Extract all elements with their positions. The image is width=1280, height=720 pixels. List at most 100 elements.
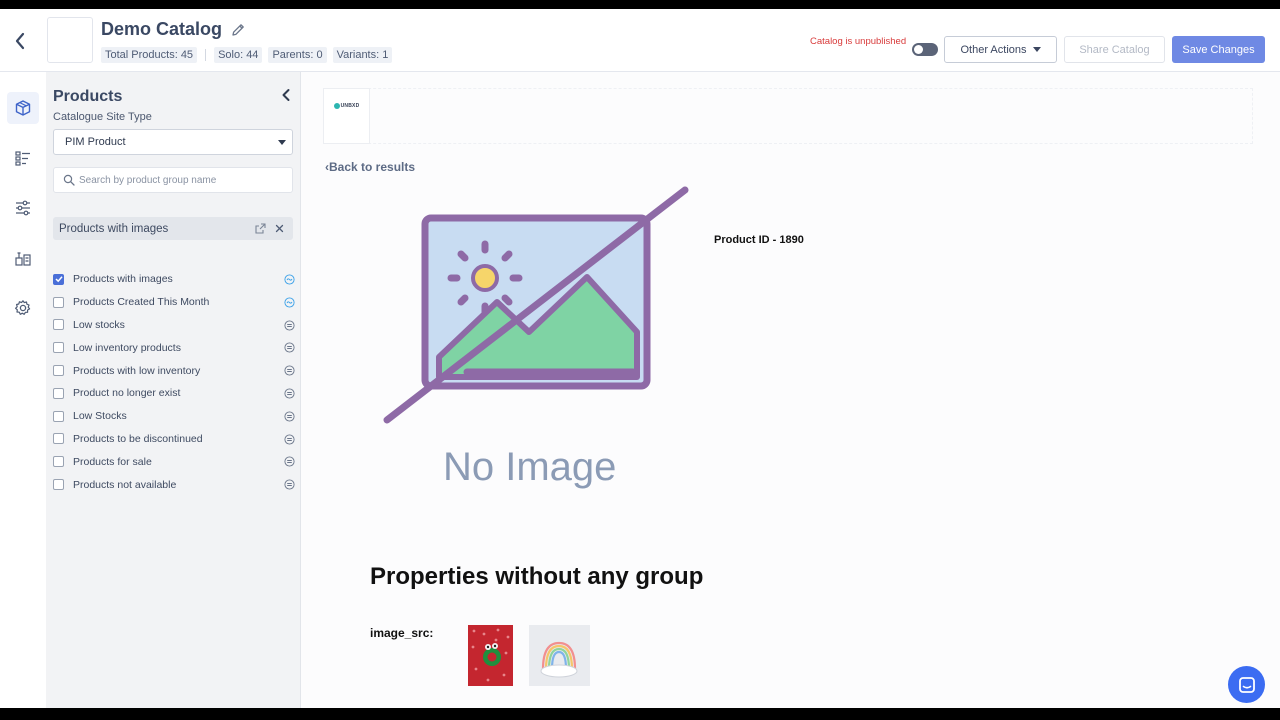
filter-options-icon[interactable]: [284, 320, 295, 331]
rail-settings[interactable]: [7, 292, 39, 324]
filter-label: Product no longer exist: [73, 387, 181, 400]
filter-options-icon[interactable]: [284, 434, 295, 445]
top-header: Demo Catalog Total Products: 45 Solo: 44…: [0, 9, 1280, 72]
collapse-sidebar-icon[interactable]: [278, 87, 294, 103]
products-sidebar: Products Catalogue Site Type PIM Product…: [46, 72, 301, 708]
caret-down-icon: [1032, 47, 1041, 52]
filter-checkbox[interactable]: [53, 342, 64, 354]
sidebar-title: Products: [53, 88, 123, 105]
filter-checkbox[interactable]: [53, 410, 64, 422]
box-icon: [15, 100, 31, 116]
filter-options-icon[interactable]: [284, 456, 295, 467]
chat-button[interactable]: [1228, 666, 1265, 703]
filter-options-icon[interactable]: [284, 388, 295, 399]
rail-tools[interactable]: [7, 242, 39, 274]
brand-logo: UNBXD: [333, 103, 360, 109]
refresh-icon[interactable]: [284, 297, 295, 308]
product-id: Product ID - 1890: [714, 234, 804, 246]
filter-label: Products Created This Month: [73, 296, 210, 309]
stat-variants: Variants: 1: [332, 47, 393, 63]
stat-parents: Parents: 0: [268, 47, 327, 63]
close-icon[interactable]: [273, 222, 286, 235]
filter-item[interactable]: Products Created This Month: [53, 291, 295, 314]
filter-label: Products to be discontinued: [73, 432, 203, 445]
other-actions-label: Other Actions: [960, 43, 1027, 56]
filter-label: Products with images: [73, 273, 173, 286]
brand-banner: [323, 88, 1253, 144]
catalog-logo[interactable]: [47, 17, 93, 63]
active-filter-chip[interactable]: Products with images: [53, 217, 293, 240]
filter-options-icon[interactable]: [284, 479, 295, 490]
stat-total-products: Total Products: 45: [101, 47, 198, 63]
filter-options-icon[interactable]: [284, 411, 295, 422]
filter-label: Products for sale: [73, 455, 152, 468]
icon-rail: [0, 72, 46, 708]
filter-checkbox[interactable]: [53, 456, 64, 468]
back-button[interactable]: [10, 29, 30, 53]
filter-options-icon[interactable]: [284, 365, 295, 376]
publish-toggle[interactable]: [912, 43, 938, 56]
refresh-icon[interactable]: [284, 274, 295, 285]
logo-dot-icon: [333, 103, 340, 109]
chevron-left-icon: [15, 32, 25, 50]
rail-attributes[interactable]: [7, 142, 39, 174]
filter-item[interactable]: Products for sale: [53, 450, 295, 473]
filter-item[interactable]: Low inventory products: [53, 336, 295, 359]
filter-checkbox[interactable]: [53, 273, 64, 285]
filter-item[interactable]: Products to be discontinued: [53, 428, 295, 451]
title-row: Demo Catalog: [101, 19, 246, 40]
save-changes-button[interactable]: Save Changes: [1172, 36, 1265, 63]
pencil-icon[interactable]: [230, 22, 246, 38]
external-link-icon[interactable]: [254, 222, 267, 235]
catalog-title: Demo Catalog: [101, 19, 223, 39]
filter-item[interactable]: Product no longer exist: [53, 382, 295, 405]
filter-checkbox[interactable]: [53, 479, 64, 491]
rail-products[interactable]: [7, 92, 39, 124]
search-input[interactable]: [79, 174, 279, 186]
active-filter-label: Products with images: [59, 222, 169, 235]
chat-icon: [1238, 676, 1255, 693]
product-thumbnail[interactable]: [529, 625, 590, 686]
check-icon: [54, 276, 63, 283]
filter-label: Low Stocks: [73, 410, 127, 423]
stat-solo: Solo: 44: [214, 47, 263, 63]
site-type-label: Catalogue Site Type: [53, 111, 152, 123]
filter-item[interactable]: Products with low inventory: [53, 359, 295, 382]
search-icon: [63, 174, 75, 186]
app-window: Demo Catalog Total Products: 45 Solo: 44…: [0, 9, 1280, 708]
filter-label: Low inventory products: [73, 341, 181, 354]
filter-item[interactable]: Low stocks: [53, 314, 295, 337]
caret-down-icon: [278, 140, 286, 145]
toggle-knob: [914, 45, 923, 54]
filter-checkbox[interactable]: [53, 319, 64, 331]
filter-item[interactable]: Low Stocks: [53, 405, 295, 428]
other-actions-button[interactable]: Other Actions: [944, 36, 1057, 63]
product-thumbnail[interactable]: [468, 625, 513, 686]
divider: [205, 49, 207, 61]
gear-icon: [15, 300, 31, 315]
tools-icon: [15, 252, 31, 266]
filter-checkbox[interactable]: [53, 296, 64, 308]
back-to-results-link[interactable]: ‹Back to results: [325, 160, 415, 174]
brand-logo-text: UNBXD: [340, 103, 360, 109]
publish-status: Catalog is unpublished: [810, 36, 907, 47]
checklist-icon: [15, 151, 30, 166]
filter-item[interactable]: Products not available: [53, 473, 295, 496]
sliders-icon: [16, 200, 30, 216]
filter-options-icon[interactable]: [284, 342, 295, 353]
property-label: image_src:: [370, 626, 434, 640]
filter-label: Products not available: [73, 478, 177, 491]
filter-item[interactable]: Products with images: [53, 268, 295, 291]
no-image-text: No Image: [443, 445, 617, 489]
share-catalog-button[interactable]: Share Catalog: [1064, 36, 1165, 63]
site-type-select[interactable]: PIM Product: [53, 129, 293, 155]
filter-label: Products with low inventory: [73, 364, 201, 377]
product-group-search[interactable]: [53, 167, 293, 193]
filter-list: Products with images Products Created Thi…: [53, 268, 295, 496]
rail-filters[interactable]: [7, 192, 39, 224]
back-to-results-label: Back to results: [329, 160, 416, 174]
brand-logo-box: UNBXD: [323, 88, 370, 144]
filter-checkbox[interactable]: [53, 387, 64, 399]
filter-checkbox[interactable]: [53, 433, 64, 445]
filter-checkbox[interactable]: [53, 365, 64, 377]
